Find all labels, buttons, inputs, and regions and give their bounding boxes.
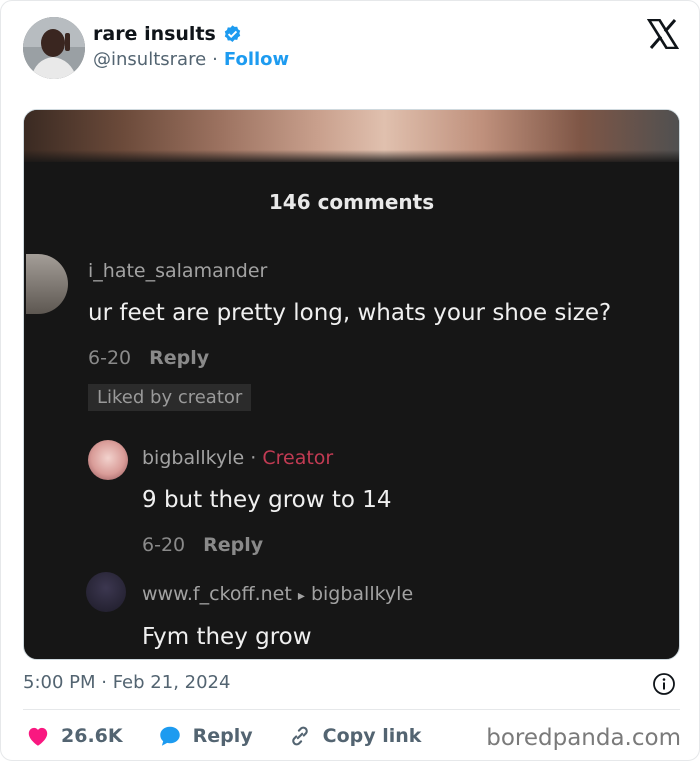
comment-meta: 6-20 Reply — [88, 347, 209, 369]
comment-username: bigballkyle — [142, 447, 245, 469]
separator-dot: · — [212, 49, 218, 70]
like-button[interactable]: 26.6K — [25, 723, 123, 749]
reply-button[interactable]: Reply — [157, 723, 253, 749]
comment-date: 6-20 — [88, 347, 132, 369]
comment-text: Fym they grow — [142, 624, 312, 650]
liked-by-creator-badge: Liked by creator — [88, 384, 252, 411]
reply-arrow-icon: ▸ — [297, 588, 305, 604]
comment-avatar — [88, 440, 128, 480]
divider — [23, 709, 680, 710]
comment-date: 6-20 — [142, 534, 186, 556]
author-display-name[interactable]: rare insults — [93, 23, 216, 45]
copy-link-button[interactable]: Copy link — [287, 723, 422, 749]
author-avatar[interactable] — [23, 17, 85, 79]
comment-avatar — [86, 572, 126, 612]
comment-username-row: bigballkyle · Creator — [142, 447, 334, 469]
watermark: boredpanda.com — [486, 725, 681, 751]
copy-link-label: Copy link — [322, 725, 422, 747]
comment-text: 9 but they grow to 14 — [142, 487, 392, 513]
tweet-actions: 26.6K Reply Copy link — [25, 721, 455, 751]
comment-meta: 6-20 Reply — [142, 534, 263, 556]
link-icon — [291, 726, 308, 746]
heart-icon — [28, 727, 48, 746]
tweet-timestamp[interactable]: 5:00 PM · Feb 21, 2024 — [23, 672, 230, 693]
comment-reply-button: Reply — [203, 534, 264, 556]
comment-username-row: www.f_ckoff.net ▸ bigballkyle — [142, 583, 413, 605]
reply-bubble-icon — [159, 726, 180, 746]
comment-avatar — [26, 254, 68, 314]
x-logo-icon[interactable] — [647, 19, 679, 49]
comments-count: 146 comments — [268, 190, 435, 214]
like-count: 26.6K — [61, 725, 123, 747]
reply-label: Reply — [192, 725, 253, 747]
follow-button[interactable]: Follow — [224, 49, 289, 70]
tweet-card: rare insults @insultsrare · Follow 146 c… — [0, 0, 700, 761]
reply-to-username: bigballkyle — [310, 583, 414, 605]
tweet-media-image[interactable]: 146 comments i_hate_salamander ur feet a… — [23, 109, 680, 660]
comment-username: www.f_ckoff.net — [142, 583, 292, 605]
author-handle[interactable]: @insultsrare — [93, 49, 206, 70]
info-icon[interactable] — [652, 672, 676, 696]
comment-reply-button: Reply — [149, 347, 210, 369]
comment-text: ur feet are pretty long, whats your shoe… — [88, 300, 612, 326]
creator-label: Creator — [262, 447, 334, 469]
verified-badge-icon — [224, 24, 241, 42]
comment-username: i_hate_salamander — [88, 260, 268, 282]
